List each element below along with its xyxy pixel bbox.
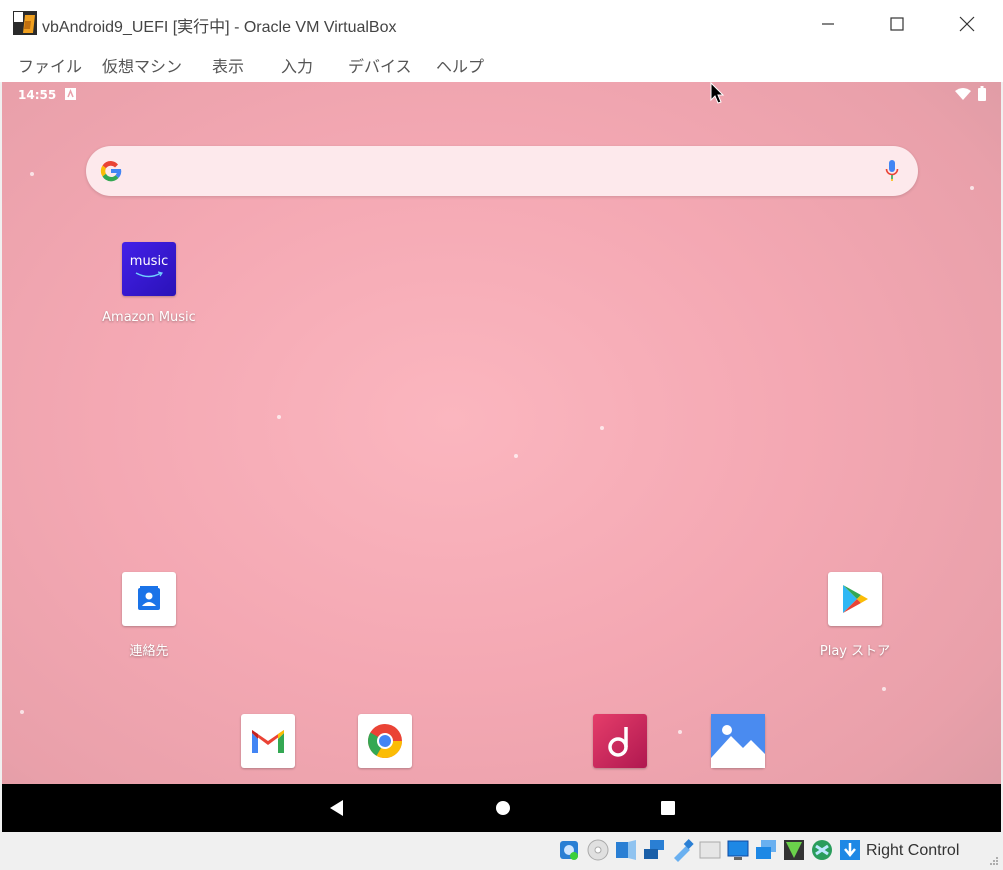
- contacts-icon: [122, 572, 176, 626]
- chrome-icon: [358, 714, 412, 768]
- wallpaper-sparkle: [678, 730, 682, 734]
- recents-button-icon[interactable]: [658, 798, 678, 818]
- microphone-icon[interactable]: [884, 159, 900, 183]
- wallpaper-sparkle: [20, 710, 24, 714]
- dock-app-chrome[interactable]: [335, 714, 435, 768]
- status-time: 14:55: [18, 88, 57, 102]
- menu-devices[interactable]: デバイス: [348, 53, 412, 77]
- wallpaper-sparkle: [600, 426, 604, 430]
- google-search-bar[interactable]: [86, 146, 918, 196]
- back-button-icon[interactable]: [327, 798, 347, 818]
- battery-icon: [978, 86, 986, 101]
- gallery-mountain-icon: [711, 714, 765, 768]
- keyboard-capture-icon[interactable]: [838, 838, 862, 862]
- close-icon: [959, 16, 975, 32]
- shared-folder-icon[interactable]: [698, 838, 722, 862]
- mouse-integration-icon[interactable]: [810, 838, 834, 862]
- close-button[interactable]: [932, 0, 1002, 48]
- window-title: vbAndroid9_UEFI [実行中] - Oracle VM Virtua…: [42, 19, 397, 36]
- app-label: Play ストア: [819, 644, 891, 659]
- menu-input[interactable]: 入力: [281, 53, 313, 77]
- play-triangle-icon: [843, 585, 868, 613]
- menu-bar: ファイル 仮想マシン 表示 入力 デバイス ヘルプ: [0, 48, 1003, 82]
- amazon-smile-icon: [135, 271, 163, 278]
- app-play-store[interactable]: Play ストア: [805, 572, 905, 659]
- usb-icon[interactable]: [670, 838, 694, 862]
- android-nav-bar: [2, 784, 1001, 832]
- app-contacts[interactable]: 連絡先: [99, 572, 199, 659]
- menu-view[interactable]: 表示: [212, 53, 244, 77]
- host-key-label[interactable]: Right Control: [866, 842, 959, 860]
- gmail-icon: [241, 714, 295, 768]
- network-icon[interactable]: [642, 838, 666, 862]
- mouse-cursor-icon: [710, 82, 725, 104]
- music-note-icon: [608, 727, 628, 757]
- menu-machine[interactable]: 仮想マシン: [102, 53, 182, 77]
- optical-drive-icon[interactable]: [586, 838, 610, 862]
- display-icon[interactable]: [726, 838, 750, 862]
- amazon-music-tile-text: music: [129, 254, 169, 269]
- dock-app-music[interactable]: [570, 714, 670, 768]
- minimize-button[interactable]: [793, 0, 863, 48]
- vbox-status-bar: Right Control: [0, 832, 1003, 870]
- gallery-icon: [711, 714, 765, 768]
- maximize-button[interactable]: [862, 0, 932, 48]
- contacts-book-icon: [138, 586, 160, 610]
- maximize-icon: [890, 17, 904, 31]
- minimize-icon: [822, 23, 834, 25]
- chrome-logo-icon: [368, 724, 402, 758]
- wallpaper-sparkle: [514, 454, 518, 458]
- resize-grip-icon[interactable]: [989, 856, 999, 866]
- notification-icon: [65, 88, 76, 100]
- cpu-icon[interactable]: [782, 838, 806, 862]
- menu-help[interactable]: ヘルプ: [436, 53, 484, 77]
- wallpaper-sparkle: [277, 415, 281, 419]
- video-capture-icon[interactable]: [754, 838, 778, 862]
- app-label: Amazon Music: [102, 310, 196, 325]
- play-store-icon: [828, 572, 882, 626]
- android-home-screen[interactable]: 14:55 music Amazon Music 連絡先 Play ストア: [2, 82, 1001, 832]
- gmail-m-icon: [252, 730, 284, 753]
- hard-disk-icon[interactable]: [557, 838, 581, 862]
- audio-icon[interactable]: [614, 838, 638, 862]
- wallpaper-sparkle: [970, 186, 974, 190]
- dock-app-gallery[interactable]: [688, 714, 788, 768]
- music-player-icon: [593, 714, 647, 768]
- virtualbox-app-icon: [13, 11, 37, 35]
- wifi-icon: [955, 88, 971, 100]
- home-button-icon[interactable]: [493, 798, 513, 818]
- window-titlebar[interactable]: vbAndroid9_UEFI [実行中] - Oracle VM Virtua…: [0, 0, 1003, 48]
- wallpaper-sparkle: [30, 172, 34, 176]
- app-label: 連絡先: [129, 644, 169, 659]
- app-amazon-music[interactable]: music Amazon Music: [99, 242, 199, 325]
- amazon-music-icon: music: [122, 242, 176, 296]
- google-logo-icon: [100, 160, 122, 182]
- menu-file[interactable]: ファイル: [18, 53, 82, 77]
- wallpaper-sparkle: [882, 687, 886, 691]
- dock-app-gmail[interactable]: [218, 714, 318, 768]
